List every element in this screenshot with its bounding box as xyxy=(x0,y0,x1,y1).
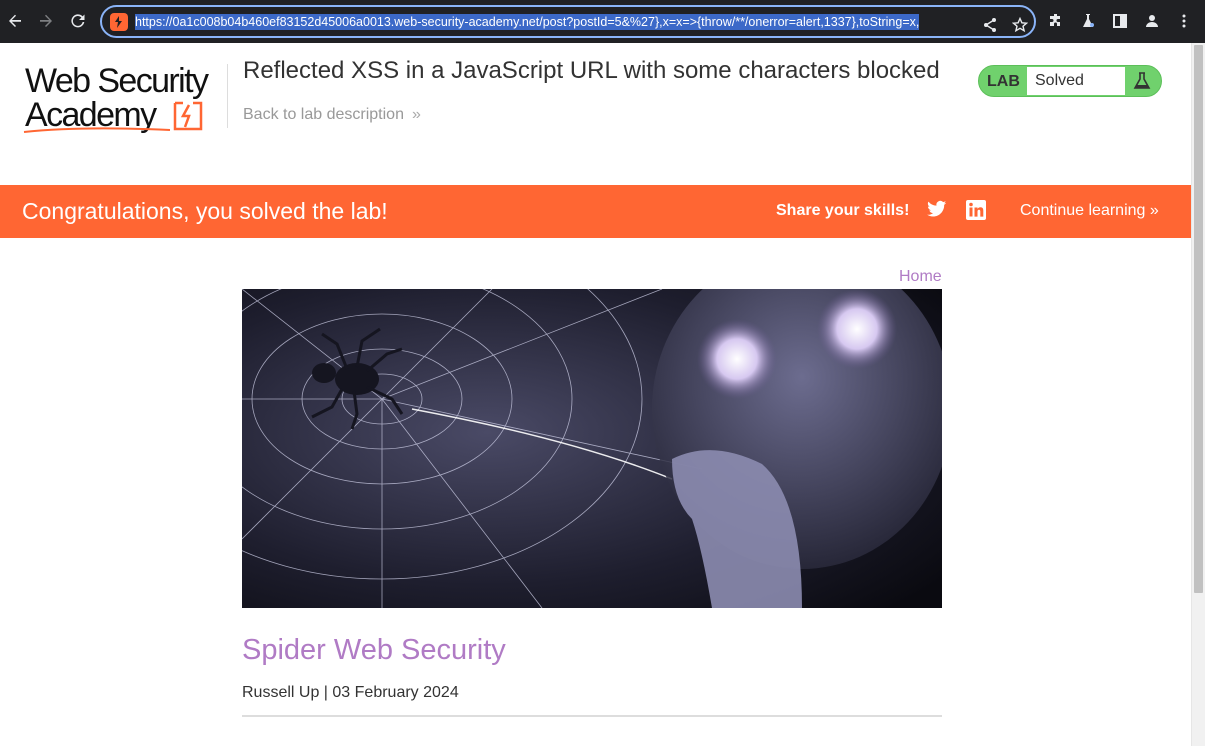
share-icon[interactable] xyxy=(977,12,1003,38)
header-divider xyxy=(227,64,228,128)
linkedin-icon[interactable] xyxy=(966,200,986,225)
lab-status-badge: LAB Solved xyxy=(978,65,1162,97)
lab-title: Reflected XSS in a JavaScript URL with s… xyxy=(243,57,940,84)
home-link[interactable]: Home xyxy=(899,268,942,286)
double-chevron-right-icon: » xyxy=(1145,202,1159,219)
back-arrow-icon[interactable] xyxy=(2,8,28,34)
continue-learning-label[interactable]: Continue learning xyxy=(1020,202,1145,219)
back-to-lab-description-link[interactable]: Back to lab description » xyxy=(243,106,421,124)
web-security-academy-logo[interactable]: Web Security Academy xyxy=(22,64,226,138)
post-hero-image xyxy=(242,289,942,608)
labs-icon[interactable] xyxy=(1075,8,1101,34)
scrollbar-thumb[interactable] xyxy=(1194,45,1203,593)
post-divider xyxy=(242,715,942,717)
reload-icon[interactable] xyxy=(65,8,91,34)
star-icon[interactable] xyxy=(1007,12,1033,38)
extensions-icon[interactable] xyxy=(1043,8,1069,34)
solved-banner: Congratulations, you solved the lab! Sha… xyxy=(0,185,1191,238)
browser-toolbar: https://0a1c008b04b460ef83152d45006a0013… xyxy=(0,0,1205,43)
double-chevron-right-icon: » xyxy=(411,106,421,123)
logo-swoosh-icon xyxy=(23,127,171,133)
profile-icon[interactable] xyxy=(1139,8,1165,34)
forward-arrow-icon[interactable] xyxy=(33,8,59,34)
lab-status-state: Solved xyxy=(1027,67,1125,95)
post-author-date: Russell Up | 03 February 2024 xyxy=(242,684,459,701)
continue-learning-link[interactable]: Continue learning » xyxy=(1020,202,1159,220)
back-link-label[interactable]: Back to lab description xyxy=(243,106,404,123)
congratulations-message: Congratulations, you solved the lab! xyxy=(22,198,388,224)
logo-bolt-icon xyxy=(173,101,203,131)
share-skills-label: Share your skills! xyxy=(776,202,910,219)
lab-status-label: LAB xyxy=(987,73,1020,90)
site-favicon-icon xyxy=(110,13,128,31)
twitter-icon[interactable] xyxy=(927,200,947,223)
logo-text-line1: Web Security xyxy=(25,62,209,100)
sidebar-icon[interactable] xyxy=(1107,8,1133,34)
address-bar[interactable]: https://0a1c008b04b460ef83152d45006a0013… xyxy=(100,5,1036,38)
post-title: Spider Web Security xyxy=(242,634,506,666)
url-text[interactable]: https://0a1c008b04b460ef83152d45006a0013… xyxy=(135,14,920,30)
menu-icon[interactable] xyxy=(1171,8,1197,34)
page-scrollbar[interactable] xyxy=(1191,43,1205,746)
flask-icon xyxy=(1131,70,1153,97)
